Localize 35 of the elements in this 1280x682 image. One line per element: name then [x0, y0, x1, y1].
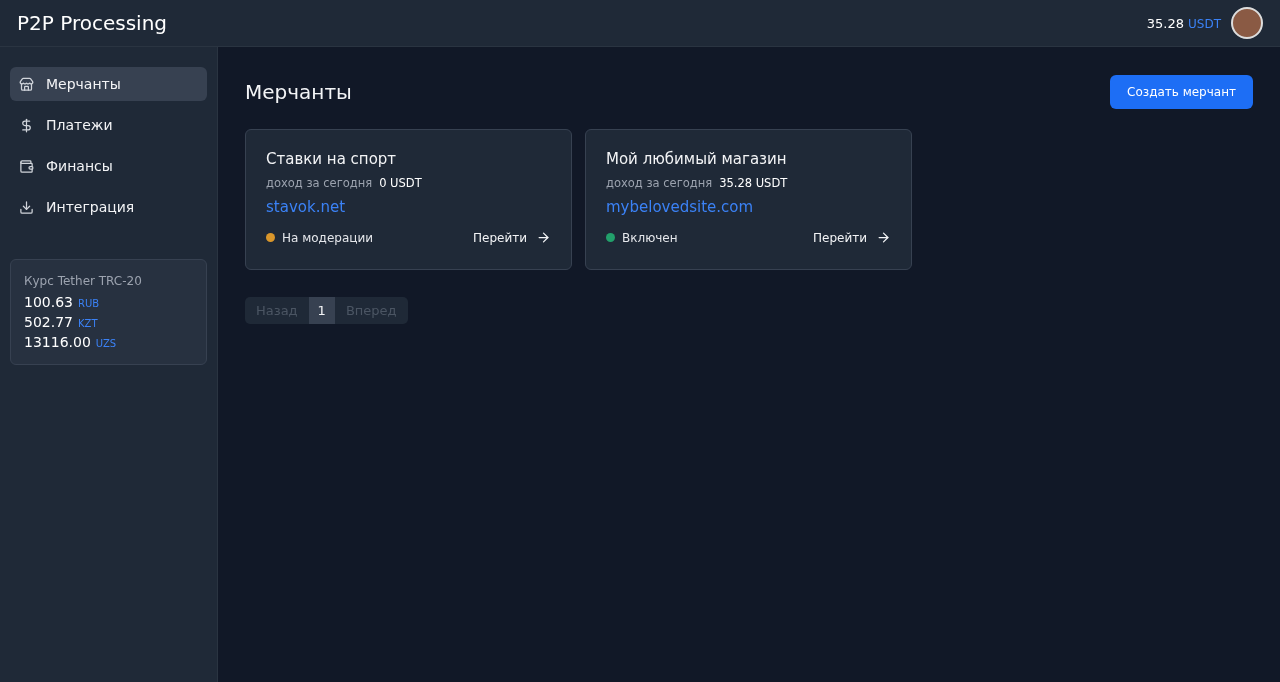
rate-value: 100.63 [24, 294, 73, 310]
page-button[interactable]: 1 [308, 297, 335, 324]
open-link[interactable]: Перейти [473, 230, 551, 245]
arrow-right-icon [536, 230, 551, 245]
open-link[interactable]: Перейти [813, 230, 891, 245]
download-icon [19, 199, 34, 215]
merchant-name: Ставки на спорт [266, 150, 398, 168]
site-link[interactable]: stavok.net [266, 198, 551, 216]
income-label: доход за сегодня [266, 176, 373, 190]
rates-title: Курс Tether TRC-20 [24, 274, 143, 288]
nav-item[interactable]: Интеграция [10, 190, 207, 224]
income-label: доход за сегодня [606, 176, 713, 190]
rate-currency: KZT [78, 318, 98, 329]
rate-value: 502.77 [24, 314, 73, 330]
income-value: 0 USDT [379, 176, 422, 190]
create-merchant-button[interactable]: Создать мерчант [1110, 75, 1253, 109]
rate-currency: RUB [78, 298, 100, 309]
nav-item[interactable]: Платежи [10, 108, 207, 142]
arrow-right-icon [876, 230, 891, 245]
rate-value: 13116.00 [24, 334, 91, 350]
site-link[interactable]: mybelovedsite.com [606, 198, 891, 216]
merchant-name: Мой любимый магазин [606, 150, 788, 168]
status-text: Включен [622, 230, 678, 245]
rate-currency: UZS [95, 338, 117, 349]
app-logo: P2P Processing [17, 11, 167, 35]
status-text: На модерации [282, 230, 373, 245]
nav-item[interactable]: Мерчанты [10, 67, 207, 101]
page-title: Мерчанты [245, 80, 352, 104]
balance: 35.28 USDT [1146, 15, 1221, 31]
store-icon [19, 76, 34, 92]
income-value: 35.28 USDT [719, 176, 788, 190]
avatar[interactable] [1231, 7, 1263, 39]
dollar-icon [19, 117, 34, 133]
wallet-icon [19, 158, 34, 174]
nav-item[interactable]: Финансы [10, 149, 207, 183]
